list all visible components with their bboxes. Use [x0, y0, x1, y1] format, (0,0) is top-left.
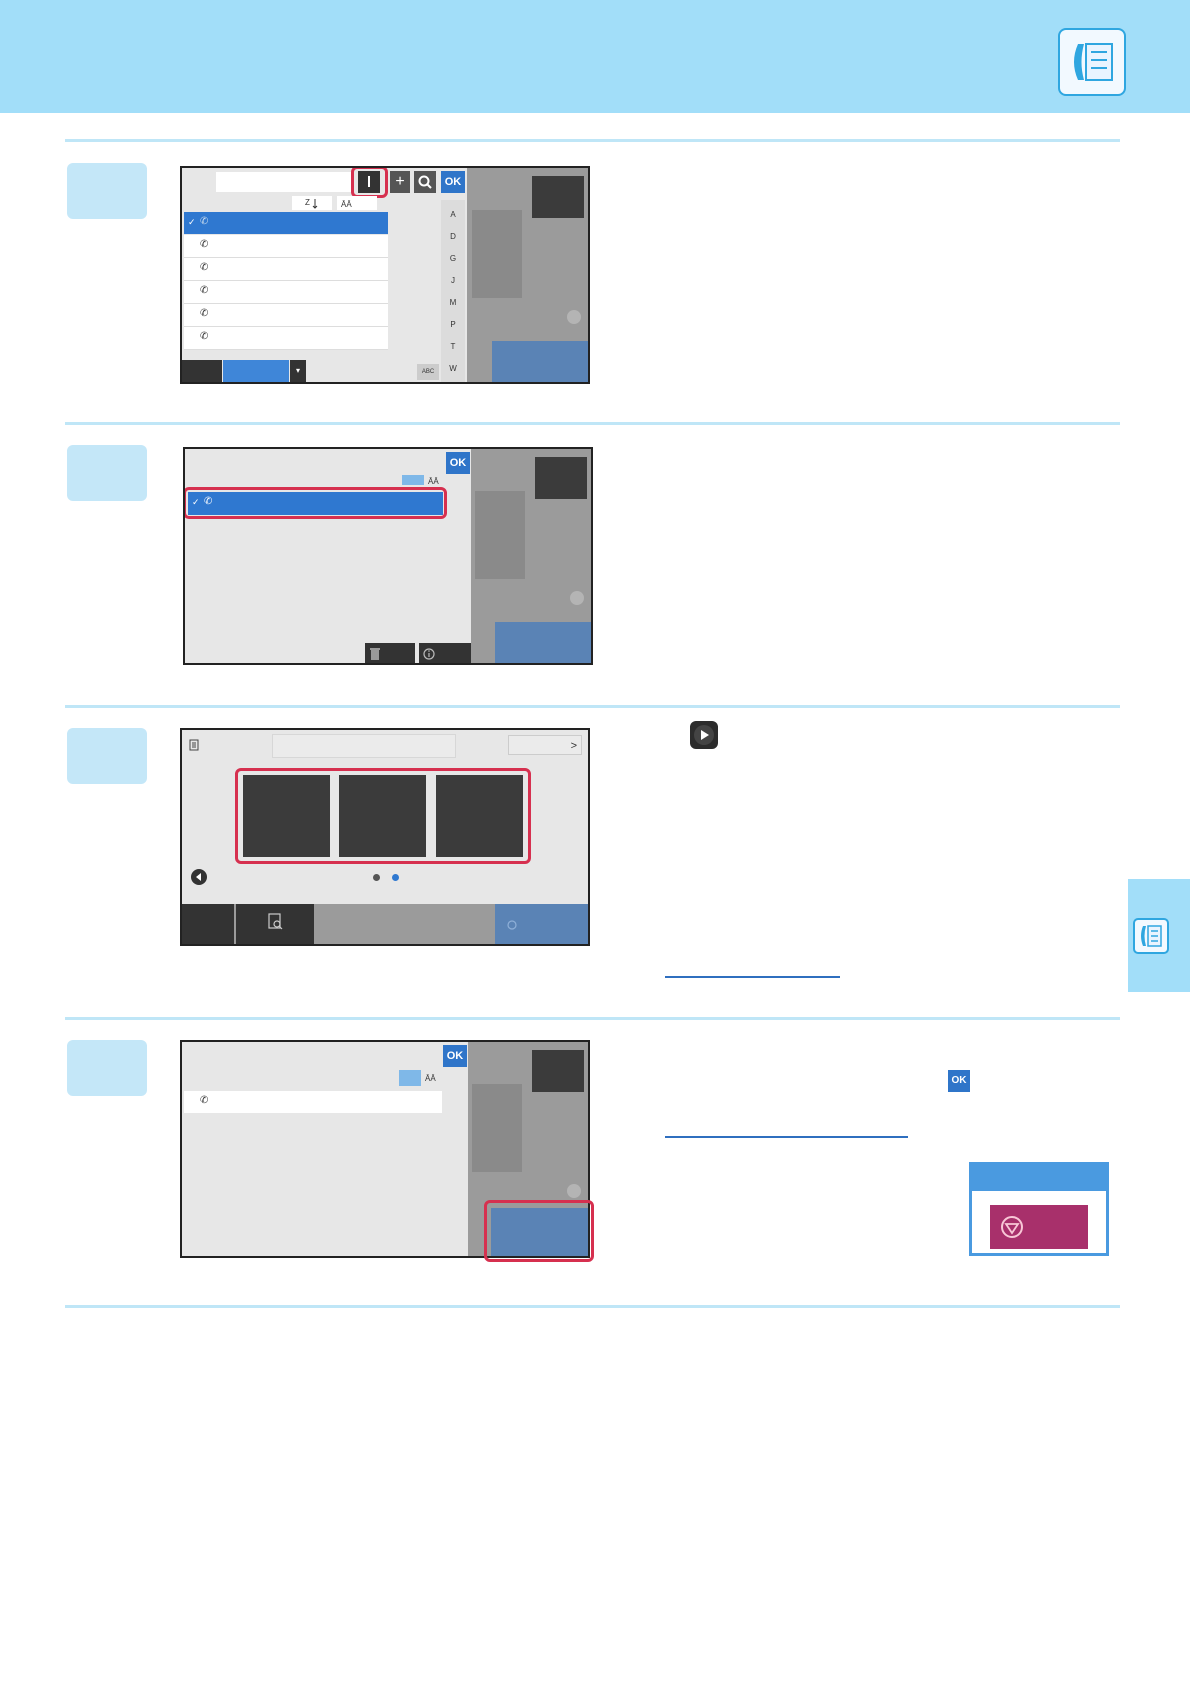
- reference-link[interactable]: [665, 976, 840, 978]
- svg-text:Z: Z: [305, 198, 310, 207]
- keypad-panel: [472, 210, 522, 298]
- ok-key-icon: OK: [948, 1070, 970, 1092]
- step-2-box: [67, 445, 147, 501]
- start-button: [495, 622, 591, 663]
- section-divider: [65, 1305, 1120, 1308]
- phone-icon: ✆: [200, 262, 209, 273]
- step-1-screenshot: + OK Z ĀĀ ✓ ✆ ✆ ✆ ✆ ✆ ✆ A D G J M P T W …: [180, 166, 590, 384]
- list-item[interactable]: ✆: [184, 304, 388, 327]
- category-select[interactable]: [223, 360, 289, 382]
- index-letter[interactable]: P: [443, 320, 463, 329]
- reference-link[interactable]: [665, 1136, 908, 1138]
- index-letter[interactable]: G: [443, 254, 463, 263]
- search-field[interactable]: [216, 172, 352, 192]
- phone-icon: ✆: [200, 1095, 209, 1106]
- section-divider: [65, 705, 1120, 708]
- play-icon: [690, 721, 718, 749]
- sort-order-icon[interactable]: Z: [292, 196, 332, 210]
- destination-item[interactable]: ✆: [184, 1091, 442, 1113]
- arrow-button: [570, 591, 584, 605]
- preview-tile: [532, 1050, 584, 1092]
- index-letter[interactable]: M: [443, 298, 463, 307]
- arrow-button: [567, 1184, 581, 1198]
- step-3-box: [67, 728, 147, 784]
- list-item[interactable]: ✆: [184, 327, 388, 350]
- list-item[interactable]: ✆: [184, 281, 388, 304]
- check-icon: ✓: [188, 217, 196, 227]
- page-indicator-dot-active[interactable]: [392, 874, 399, 881]
- index-letter[interactable]: T: [443, 342, 463, 351]
- svg-text:ĀĀ: ĀĀ: [425, 1074, 436, 1083]
- sort-type-icon[interactable]: ĀĀ: [424, 1070, 440, 1084]
- list-item[interactable]: ✆: [184, 258, 388, 281]
- abc-button[interactable]: ABC: [417, 364, 439, 380]
- step-1-box: [67, 163, 147, 219]
- bottom-tab[interactable]: [182, 904, 234, 944]
- list-item[interactable]: ✆: [184, 235, 388, 258]
- ok-button[interactable]: OK: [441, 171, 465, 193]
- search-icon[interactable]: [414, 171, 436, 193]
- phone-icon: ✆: [200, 285, 209, 296]
- index-letter[interactable]: A: [443, 210, 463, 219]
- start-button: [492, 341, 588, 382]
- sort-order-icon[interactable]: [402, 475, 424, 485]
- highlight-detail-button: [351, 168, 388, 198]
- svg-text:ĀĀ: ĀĀ: [428, 477, 439, 486]
- next-button[interactable]: >: [508, 735, 582, 755]
- svg-text:ĀĀ: ĀĀ: [341, 200, 352, 209]
- address-book-icon[interactable]: [188, 738, 200, 751]
- sort-order-icon[interactable]: [399, 1070, 421, 1086]
- add-button[interactable]: +: [390, 171, 410, 193]
- start-button: [495, 904, 588, 944]
- step-4-box: [67, 1040, 147, 1096]
- fax-address-book-icon: [1058, 28, 1126, 96]
- index-letter[interactable]: J: [443, 276, 463, 285]
- list-item-selected[interactable]: ✓ ✆: [184, 212, 388, 234]
- ok-button[interactable]: OK: [446, 452, 470, 474]
- bottom-tab[interactable]: [182, 360, 222, 382]
- ok-button[interactable]: OK: [443, 1045, 467, 1067]
- previous-page-icon[interactable]: [191, 869, 207, 885]
- page-header: [0, 0, 1190, 113]
- delete-button[interactable]: [365, 643, 415, 663]
- phone-icon: ✆: [200, 308, 209, 319]
- fax-chapter-icon: [1133, 918, 1169, 954]
- section-divider: [65, 139, 1120, 142]
- info-button[interactable]: [419, 643, 471, 663]
- section-divider: [65, 1017, 1120, 1020]
- keypad-panel: [472, 1084, 522, 1172]
- step-2-screenshot: OK ĀĀ ✓ ✆: [183, 447, 593, 665]
- sort-type-icon[interactable]: ĀĀ: [337, 196, 377, 210]
- address-field[interactable]: [272, 734, 456, 758]
- index-letter[interactable]: W: [443, 364, 463, 373]
- chevron-down-icon[interactable]: ▾: [290, 360, 306, 382]
- phone-icon: ✆: [200, 239, 209, 250]
- highlight-start-button: [484, 1200, 594, 1262]
- index-bar[interactable]: A D G J M P T W: [441, 200, 465, 382]
- section-divider: [65, 422, 1120, 425]
- preview-tile: [535, 457, 587, 499]
- index-letter[interactable]: D: [443, 232, 463, 241]
- phone-icon: ✆: [200, 331, 209, 342]
- arrow-button: [567, 310, 581, 324]
- preview-tile: [532, 176, 584, 218]
- highlight-selected-destination: [185, 487, 447, 519]
- page-indicator-dot[interactable]: [373, 874, 380, 881]
- sort-type-icon[interactable]: ĀĀ: [427, 473, 443, 487]
- stop-button[interactable]: [990, 1205, 1088, 1249]
- step-3-screenshot: >: [180, 728, 590, 946]
- preview-button[interactable]: [236, 904, 314, 944]
- keypad-panel: [475, 491, 525, 579]
- phone-icon: ✆: [200, 216, 209, 227]
- stop-panel-header: [972, 1165, 1106, 1191]
- stop-panel: [969, 1162, 1109, 1256]
- highlight-mode-tiles: [235, 768, 531, 864]
